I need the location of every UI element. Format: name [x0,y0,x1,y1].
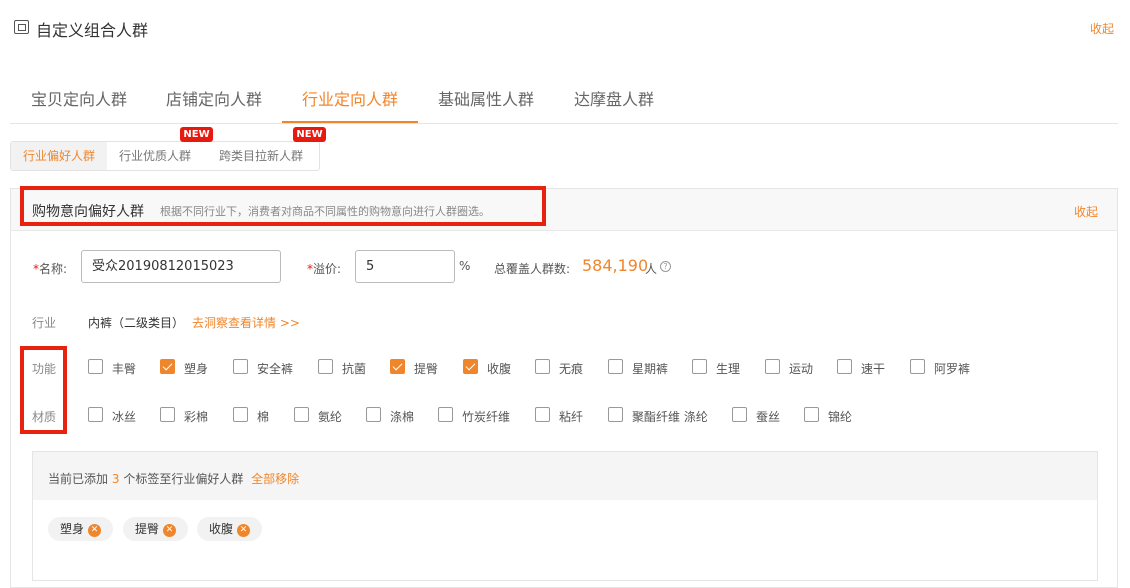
material-option-label[interactable]: 蚕丝 [756,408,780,425]
panel-description: 根据不同行业下，消费者对商品不同属性的购物意向进行人群圈选。 [160,205,490,218]
material-checkbox[interactable] [438,407,453,422]
material-checkbox[interactable] [160,407,175,422]
chip-label: 提臀 [135,522,160,536]
material-option-label[interactable]: 棉 [257,408,269,425]
function-checkbox[interactable] [390,359,405,374]
tab-item-targeting[interactable]: 宝贝定向人群 [31,86,127,110]
material-checkbox[interactable] [88,407,103,422]
collapse-link[interactable]: 收起 [1090,20,1114,37]
function-option-label[interactable]: 运动 [789,360,813,377]
industry-label: 行业 [32,316,57,330]
chip-label: 收腹 [209,522,234,536]
function-checkbox[interactable] [318,359,333,374]
material-option-label[interactable]: 涤棉 [390,408,414,425]
function-option-label[interactable]: 速干 [861,360,885,377]
material-checkbox[interactable] [804,407,819,422]
material-option-label[interactable]: 粘纤 [559,408,583,425]
selected-prefix: 当前已添加 [48,472,109,486]
function-option-label[interactable]: 收腹 [487,360,511,377]
coverage-unit: 人 [645,262,658,276]
page-title: 自定义组合人群 [36,21,149,40]
selected-tag-chip: 塑身 ✕ [48,517,114,541]
percent-label: % [459,259,471,273]
material-option-label[interactable]: 氨纶 [318,408,342,425]
tab-industry-targeting[interactable]: 行业定向人群 [302,86,398,110]
function-checkbox[interactable] [535,359,550,374]
new-badge: NEW [293,127,326,142]
coverage-value: 584,190 [582,256,649,275]
selected-tag-chip: 提臀 ✕ [123,517,189,541]
premium-input[interactable]: 5 [355,250,455,283]
function-checkbox[interactable] [463,359,478,374]
function-checkbox[interactable] [692,359,707,374]
function-checkbox[interactable] [837,359,852,374]
function-option-label[interactable]: 丰臀 [112,360,136,377]
remove-tag-icon[interactable]: ✕ [237,524,251,537]
function-checkbox[interactable] [910,359,925,374]
selected-tag-chip: 收腹 ✕ [197,517,263,541]
coverage-label: 总覆盖人群数: [494,262,571,276]
function-checkbox[interactable] [765,359,780,374]
subtab-cross-category[interactable]: 跨类目拉新人群 [203,142,315,170]
material-checkbox[interactable] [366,407,381,422]
tab-damopan[interactable]: 达摩盘人群 [574,86,654,110]
function-option-label[interactable]: 生理 [716,360,740,377]
premium-label: 溢价: [313,262,342,276]
material-checkbox[interactable] [732,407,747,422]
function-checkbox[interactable] [608,359,623,374]
panel-collapse-link[interactable]: 收起 [1074,203,1098,220]
selected-suffix: 个标签至行业偏好人群 [123,472,244,486]
industry-value: 内裤（二级类目） [88,316,185,330]
function-option-label[interactable]: 无痕 [559,360,583,377]
function-option-label[interactable]: 塑身 [184,360,208,377]
insight-details-link[interactable]: 去洞察查看详情 >> [192,314,300,331]
remove-tag-icon[interactable]: ✕ [88,524,102,537]
material-checkbox[interactable] [233,407,248,422]
tab-basic-attributes[interactable]: 基础属性人群 [438,86,534,110]
function-option-label[interactable]: 提臀 [414,360,438,377]
material-checkbox[interactable] [294,407,309,422]
name-label: 名称: [39,262,68,276]
material-option-label[interactable]: 锦纶 [828,408,852,425]
remove-all-link[interactable]: 全部移除 [251,472,299,486]
function-option-label[interactable]: 阿罗裤 [934,360,970,377]
subtab-industry-preference[interactable]: 行业偏好人群 [11,142,108,170]
chip-label: 塑身 [60,522,85,536]
selected-count: 3 [111,472,120,486]
new-badge: NEW [180,127,213,142]
function-checkbox[interactable] [160,359,175,374]
subtab-industry-quality[interactable]: 行业优质人群 [107,142,203,170]
material-option-label[interactable]: 聚酯纤维 涤纶 [632,408,708,425]
material-label: 材质 [32,410,57,424]
material-checkbox[interactable] [535,407,550,422]
function-option-label[interactable]: 安全裤 [257,360,293,377]
panel-title: 购物意向偏好人群 [32,204,144,220]
function-label: 功能 [32,362,57,376]
tabs-divider [10,123,1118,124]
active-tab-indicator [282,121,418,123]
material-option-label[interactable]: 竹炭纤维 [462,408,510,425]
help-icon[interactable]: ? [660,261,671,272]
material-checkbox[interactable] [608,407,623,422]
subtabs: 行业偏好人群 行业优质人群 跨类目拉新人群 [10,141,320,171]
remove-tag-icon[interactable]: ✕ [163,524,177,537]
tab-shop-targeting[interactable]: 店铺定向人群 [166,86,262,110]
function-checkbox[interactable] [88,359,103,374]
custom-group-icon [14,20,29,34]
material-option-label[interactable]: 冰丝 [112,408,136,425]
material-option-label[interactable]: 彩棉 [184,408,208,425]
function-option-label[interactable]: 星期裤 [632,360,668,377]
function-checkbox[interactable] [233,359,248,374]
name-input[interactable]: 受众20190812015023 [81,250,281,283]
function-option-label[interactable]: 抗菌 [342,360,366,377]
